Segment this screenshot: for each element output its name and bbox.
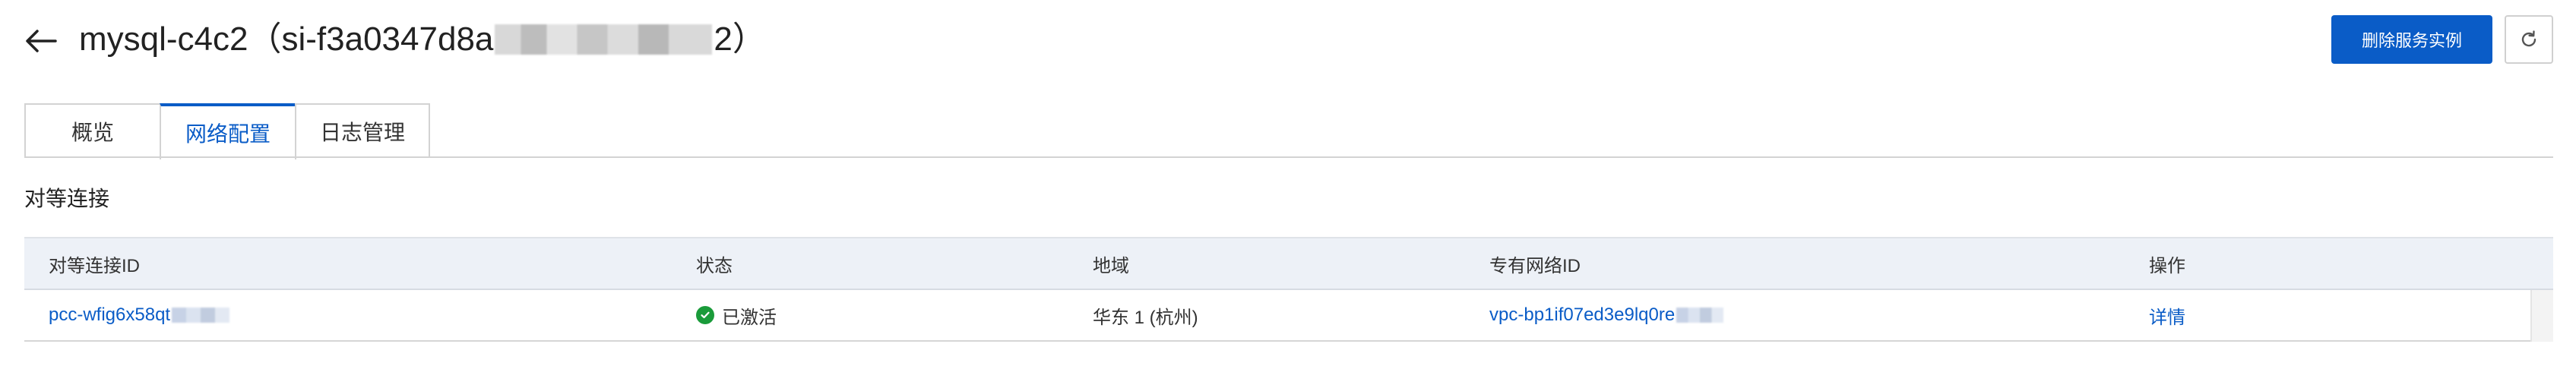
redacted-mask xyxy=(495,24,713,55)
status-text: 已激活 xyxy=(722,307,777,328)
details-link[interactable]: 详情 xyxy=(2149,302,2185,329)
vpc-id-link[interactable]: vpc-bp1if07ed3e9lq0re xyxy=(1489,304,1675,326)
page-title-text: mysql-c4c2（si-f3a0347d8a xyxy=(79,21,494,58)
tab-network-config[interactable]: 网络配置 xyxy=(160,103,296,159)
peering-table: 对等连接ID 状态 地域 专有网络ID 操作 pcc-wfig6x58qt 已激… xyxy=(24,237,2553,342)
region-cell: 华东 1 (杭州) xyxy=(1093,307,1198,328)
tab-log-management[interactable]: 日志管理 xyxy=(295,103,430,158)
redacted-mask xyxy=(1676,308,1724,323)
table-scrollbar[interactable] xyxy=(2530,290,2553,342)
service-instance-page: mysql-c4c2（si-f3a0347d8a 2） 删除服务实例 概览 网络… xyxy=(0,0,2576,366)
check-circle-icon xyxy=(696,306,714,324)
refresh-button[interactable] xyxy=(2505,15,2553,64)
back-button[interactable] xyxy=(23,23,59,59)
tab-overview[interactable]: 概览 xyxy=(24,103,161,158)
column-header-status: 状态 xyxy=(696,255,733,276)
table-header: 对等连接ID 状态 地域 专有网络ID 操作 xyxy=(24,237,2553,290)
delete-instance-button[interactable]: 删除服务实例 xyxy=(2331,15,2492,64)
page-title-suffix: 2） xyxy=(714,21,766,58)
redacted-mask xyxy=(172,308,230,323)
table-row: pcc-wfig6x58qt 已激活 华东 1 (杭州) vpc-bp1if07… xyxy=(24,290,2553,342)
column-header-region: 地域 xyxy=(1093,255,1129,276)
peer-id-cell: pcc-wfig6x58qt xyxy=(49,290,230,340)
tab-bar: 概览 网络配置 日志管理 xyxy=(24,103,430,159)
column-header-actions: 操作 xyxy=(2149,255,2185,276)
column-header-peer-id: 对等连接ID xyxy=(49,255,140,276)
arrow-left-icon xyxy=(26,30,57,52)
section-title: 对等连接 xyxy=(24,187,110,210)
vpc-id-cell: vpc-bp1if07ed3e9lq0re xyxy=(1489,290,1724,340)
status-cell: 已激活 xyxy=(696,290,777,340)
refresh-icon xyxy=(2521,30,2536,47)
column-header-vpc-id: 专有网络ID xyxy=(1489,255,1581,276)
page-title: mysql-c4c2（si-f3a0347d8a 2） xyxy=(79,17,766,62)
tab-divider xyxy=(24,156,2553,158)
actions-cell: 详情 xyxy=(2149,290,2185,340)
peer-id-link[interactable]: pcc-wfig6x58qt xyxy=(49,304,170,326)
